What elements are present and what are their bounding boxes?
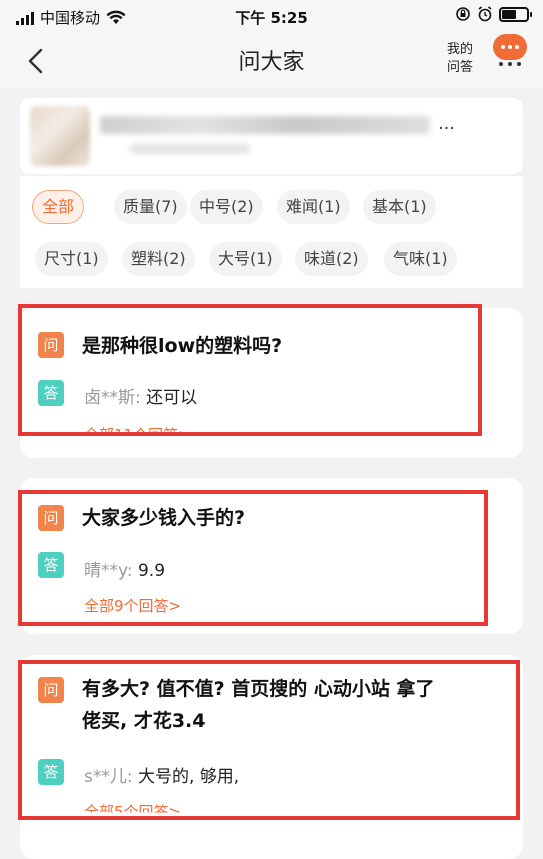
qa-card[interactable]: 问 是那种很low的塑料吗? 答 卤**斯: 还可以 全部11个回答> [20,308,523,458]
product-title-blurred [100,116,430,134]
question-badge: 问 [38,332,64,358]
tag-smelly[interactable]: 难闻(1) [277,190,350,224]
message-bubble-icon [493,34,527,60]
answer-badge: 答 [38,552,64,578]
tag-all[interactable]: 全部 [32,190,85,224]
tag-filter-area: 全部 质量(7) 中号(2) 难闻(1) 基本(1) 尺寸(1) 塑料(2) 大… [20,176,523,288]
product-card[interactable]: … [20,98,523,174]
alarm-icon [478,6,492,22]
answer-line: s**儿: 大号的, 够用, [84,762,239,787]
product-title-ellipsis: … [438,114,455,134]
question-badge: 问 [38,505,64,531]
question-text: 大家多少钱入手的? [82,507,246,529]
answer-badge: 答 [38,759,64,785]
product-subtitle-blurred [130,144,250,154]
answer-user: 晴**y: [84,561,133,581]
answer-text: 大号的, 够用, [138,767,240,787]
more-dots-icon [499,62,521,66]
all-answers-link[interactable]: 全部5个回答> [84,801,181,813]
tag-size[interactable]: 尺寸(1) [35,242,108,276]
tag-quality[interactable]: 质量(7) [114,190,187,224]
qa-card[interactable]: 问 大家多少钱入手的? 答 晴**y: 9.9 全部9个回答> [20,478,523,634]
battery-fill [502,9,517,19]
question-text-line2: 佬买, 才花3.4 [82,710,206,732]
tag-taste[interactable]: 味道(2) [295,242,368,276]
tag-large[interactable]: 大号(1) [209,242,282,276]
nav-bar: 问大家 我的 问答 [0,34,543,88]
tag-basic[interactable]: 基本(1) [363,190,436,224]
orientation-lock-icon [456,7,470,21]
my-qa-label-line1: 我的 [446,42,473,57]
more-menu-button[interactable] [493,34,527,68]
answer-user: s**儿: [84,767,133,787]
status-right [455,6,532,22]
answer-badge: 答 [38,380,64,406]
tag-plastic[interactable]: 塑料(2) [122,242,195,276]
all-answers-link[interactable]: 全部11个回答> [84,424,191,436]
tag-odor[interactable]: 气味(1) [384,242,457,276]
battery-icon [499,6,532,22]
my-qa-button[interactable]: 我的 问答 [443,41,477,77]
answer-text: 9.9 [137,561,166,581]
question-text: 是那种很low的塑料吗? [82,335,283,357]
question-badge: 问 [38,677,64,703]
all-answers-link[interactable]: 全部9个回答> [84,595,181,616]
status-bar: 中国移动 下午 5:25 [0,0,543,34]
product-thumbnail [30,106,90,166]
answer-line: 晴**y: 9.9 [84,556,165,581]
answer-text: 还可以 [146,388,198,408]
answer-line: 卤**斯: 还可以 [84,383,197,408]
qa-card[interactable]: 问 有多大? 值不值? 首页搜的 心动小站 拿了 佬买, 才花3.4 答 s**… [20,655,523,859]
answer-user: 卤**斯: [84,388,141,408]
my-qa-label-line2: 问答 [446,60,473,75]
question-text-line1: 有多大? 值不值? 首页搜的 心动小站 拿了 [82,678,435,700]
tag-medium[interactable]: 中号(2) [190,190,263,224]
